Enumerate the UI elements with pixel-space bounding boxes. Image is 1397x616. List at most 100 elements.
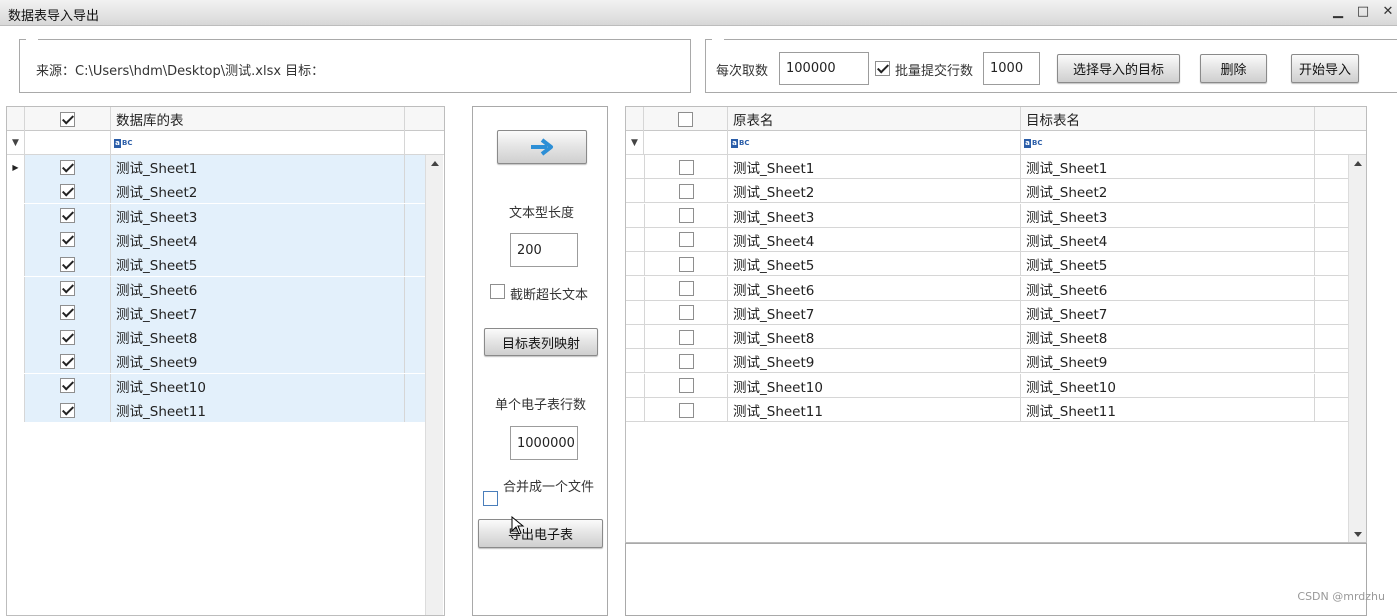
delete-button[interactable]: 删除 [1200, 54, 1267, 83]
scroll-down-icon[interactable] [1354, 532, 1362, 537]
row-checkbox[interactable] [679, 354, 694, 369]
target-table-name[interactable]: 测试_Sheet2 [1021, 181, 1107, 201]
select-all-checkbox[interactable] [60, 112, 75, 127]
row-checkbox[interactable] [679, 160, 694, 175]
select-all-checkbox[interactable] [678, 112, 693, 127]
arrow-right-icon [529, 138, 555, 156]
table-row[interactable]: ▶ 测试_Sheet1 [7, 155, 425, 179]
text-length-input[interactable]: 200 [510, 233, 578, 267]
source-path-label: 来源：C:\Users\hdm\Desktop\测试.xlsx 目标： [36, 60, 324, 79]
start-import-button[interactable]: 开始导入 [1291, 54, 1359, 83]
maximize-icon[interactable]: □ [1353, 3, 1373, 21]
table-row[interactable]: 测试_Sheet7测试_Sheet7 [626, 301, 1348, 325]
filter-icon[interactable]: ▼ [12, 138, 19, 148]
table-name: 测试_Sheet4 [111, 230, 197, 250]
row-checkbox[interactable] [679, 232, 694, 247]
table-row[interactable]: 测试_Sheet10 [7, 374, 425, 398]
source-table-name: 测试_Sheet8 [728, 327, 814, 347]
target-table-name[interactable]: 测试_Sheet3 [1021, 206, 1107, 226]
row-checkbox[interactable] [60, 330, 75, 345]
row-checkbox[interactable] [679, 184, 694, 199]
table-row[interactable]: 测试_Sheet11测试_Sheet11 [626, 398, 1348, 422]
table-row[interactable]: 测试_Sheet9 [7, 349, 425, 373]
table-row[interactable]: 测试_Sheet5 [7, 252, 425, 276]
close-icon[interactable]: ✕ [1378, 3, 1397, 21]
target-table-name[interactable]: 测试_Sheet6 [1021, 279, 1107, 299]
left-grid-scrollbar[interactable] [425, 155, 443, 616]
source-table-name: 测试_Sheet1 [728, 157, 814, 177]
row-checkbox[interactable] [679, 281, 694, 296]
table-row[interactable]: 测试_Sheet6 [7, 277, 425, 301]
target-table-name[interactable]: 测试_Sheet8 [1021, 327, 1107, 347]
row-checkbox[interactable] [60, 378, 75, 393]
target-table-name[interactable]: 测试_Sheet4 [1021, 230, 1107, 250]
table-row[interactable]: 测试_Sheet4 [7, 228, 425, 252]
minimize-icon[interactable]: ▁ [1328, 3, 1348, 21]
row-checkbox[interactable] [679, 257, 694, 272]
truncate-checkbox[interactable] [490, 284, 505, 299]
text-filter-icon[interactable]: aBC [1021, 139, 1042, 148]
select-target-button[interactable]: 选择导入的目标 [1057, 54, 1180, 83]
table-row[interactable]: 测试_Sheet8 [7, 325, 425, 349]
batch-commit-checkbox[interactable] [875, 61, 890, 76]
grid-header: 数据库的表 [7, 107, 445, 131]
source-table-name: 测试_Sheet9 [728, 351, 814, 371]
table-row[interactable]: 测试_Sheet2测试_Sheet2 [626, 179, 1348, 203]
text-filter-icon[interactable]: aBC [111, 139, 132, 148]
batch-commit-input[interactable]: 1000 [983, 52, 1040, 85]
table-row[interactable]: 测试_Sheet5测试_Sheet5 [626, 252, 1348, 276]
row-checkbox[interactable] [60, 281, 75, 296]
table-row[interactable]: 测试_Sheet7 [7, 301, 425, 325]
add-arrow-button[interactable] [497, 130, 587, 164]
row-checkbox[interactable] [60, 305, 75, 320]
text-filter-icon[interactable]: aBC [728, 139, 749, 148]
row-checkbox[interactable] [679, 378, 694, 393]
current-row-icon: ▶ [12, 163, 18, 172]
row-checkbox[interactable] [679, 403, 694, 418]
table-row[interactable]: 测试_Sheet3测试_Sheet3 [626, 204, 1348, 228]
table-row[interactable]: 测试_Sheet2 [7, 179, 425, 203]
table-name: 测试_Sheet1 [111, 157, 197, 177]
scroll-up-icon[interactable] [1354, 161, 1362, 166]
row-checkbox[interactable] [60, 160, 75, 175]
table-row[interactable]: 测试_Sheet4 测试_Sheet4 [626, 228, 1348, 252]
target-table-name[interactable]: 测试_Sheet5 [1021, 254, 1107, 274]
table-row[interactable]: 测试_Sheet10测试_Sheet10 [626, 374, 1348, 398]
row-checkbox[interactable] [60, 184, 75, 199]
row-checkbox[interactable] [60, 354, 75, 369]
target-table-name[interactable]: 测试_Sheet11 [1021, 400, 1116, 420]
table-name: 测试_Sheet3 [111, 206, 197, 226]
scroll-up-icon[interactable] [431, 161, 439, 166]
table-row[interactable]: 测试_Sheet11 [7, 398, 425, 422]
export-sheet-button[interactable]: 导出电子表 [478, 519, 603, 548]
table-row[interactable]: 测试_Sheet6测试_Sheet6 [626, 277, 1348, 301]
filter-row: ▼ aBC aBC [626, 131, 1367, 155]
row-checkbox[interactable] [679, 208, 694, 223]
row-checkbox[interactable] [60, 257, 75, 272]
target-table-name[interactable]: 测试_Sheet9 [1021, 351, 1107, 371]
source-group: 来源：C:\Users\hdm\Desktop\测试.xlsx 目标： [19, 39, 691, 93]
target-table-name[interactable]: 测试_Sheet1 [1021, 157, 1107, 177]
filter-row: ▼ aBC [7, 131, 445, 155]
merge-file-checkbox[interactable] [483, 491, 498, 506]
row-checkbox[interactable] [60, 208, 75, 223]
row-checkbox[interactable] [679, 305, 694, 320]
column-mapping-button[interactable]: 目标表列映射 [484, 328, 598, 356]
table-name: 测试_Sheet8 [111, 327, 197, 347]
rows-per-sheet-input[interactable]: 1000000 [510, 426, 578, 460]
row-checkbox[interactable] [60, 232, 75, 247]
row-checkbox[interactable] [60, 403, 75, 418]
right-grid-scrollbar[interactable] [1348, 155, 1366, 543]
table-row[interactable]: 测试_Sheet8 测试_Sheet8 [626, 325, 1348, 349]
source-table-name: 测试_Sheet4 [728, 230, 814, 250]
rows-per-sheet-label: 单个电子表行数 [495, 394, 586, 413]
table-name: 测试_Sheet5 [111, 254, 197, 274]
table-row[interactable]: 测试_Sheet1 测试_Sheet1 [626, 155, 1348, 179]
row-checkbox[interactable] [679, 330, 694, 345]
table-row[interactable]: 测试_Sheet9 测试_Sheet9 [626, 349, 1348, 373]
per-fetch-input[interactable]: 100000 [779, 52, 869, 85]
table-row[interactable]: 测试_Sheet3 [7, 204, 425, 228]
target-table-name[interactable]: 测试_Sheet7 [1021, 303, 1107, 323]
filter-icon[interactable]: ▼ [631, 138, 638, 148]
target-table-name[interactable]: 测试_Sheet10 [1021, 376, 1116, 396]
